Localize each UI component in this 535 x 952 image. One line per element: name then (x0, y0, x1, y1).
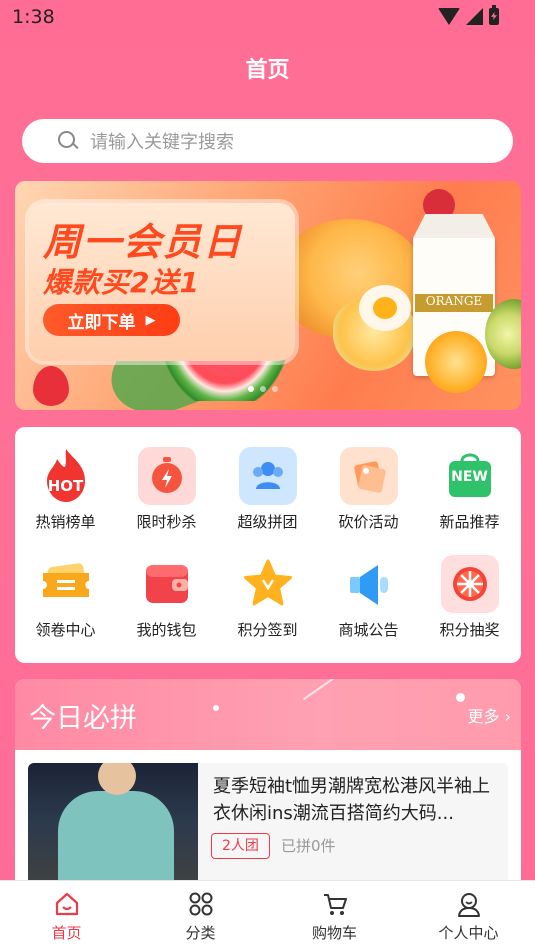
tab-profile[interactable]: 个人中心 (402, 881, 535, 952)
grid-item-checkin[interactable]: 积分签到 (217, 555, 318, 640)
pagination-dot[interactable] (272, 386, 278, 392)
coupon-icon (37, 555, 95, 613)
stopwatch-icon (137, 447, 196, 505)
bottom-tab-bar: 首页 分类 购物车 个人中心 (0, 880, 535, 952)
pagination-dot[interactable] (260, 386, 266, 392)
banner-subline: 爆款买2送1 (43, 266, 200, 299)
section-title: 今日必拼 (29, 703, 137, 734)
status-bar: 1:38 (0, 0, 535, 38)
more-label: 更多 (467, 707, 500, 726)
wallet-icon (138, 555, 196, 613)
tab-label: 个人中心 (438, 924, 499, 942)
decoration-dot (213, 705, 219, 711)
decoration-dot (456, 693, 465, 702)
order-now-label: 立即下单 (67, 312, 136, 333)
tab-category[interactable]: 分类 (134, 881, 267, 952)
category-grid-icon (189, 892, 213, 916)
hot-badge: HOT (47, 477, 84, 495)
grid-label: 新品推荐 (439, 513, 500, 531)
grid-item-new[interactable]: NEW 新品推荐 (419, 447, 520, 532)
page-title: 首页 (245, 58, 290, 83)
grid-label: 积分签到 (237, 621, 298, 639)
grid-item-bargain[interactable]: 砍价活动 (318, 447, 419, 532)
grid-item-wallet[interactable]: 我的钱包 (116, 555, 217, 640)
grid-item-coupon[interactable]: 领卷中心 (15, 555, 116, 640)
new-badge: NEW (451, 469, 488, 485)
group-size-badge: 2人团 (211, 833, 270, 859)
group-icon (238, 447, 297, 505)
status-icons (438, 5, 499, 25)
carton-label: ORANGE (415, 294, 493, 312)
grid-item-hot[interactable]: HOT 热销榜单 (15, 447, 116, 532)
grid-label: 商城公告 (338, 621, 399, 639)
more-link[interactable]: 更多 › (467, 703, 511, 727)
home-icon (55, 892, 79, 916)
grid-label: 积分抽奖 (439, 621, 500, 639)
egg-image (359, 285, 411, 331)
sold-count: 已拼0件 (281, 837, 336, 855)
order-now-button[interactable]: 立即下单 ▶ (43, 304, 180, 336)
decoration-line (302, 679, 368, 720)
orange-image (425, 331, 487, 393)
grid-label: 限时秒杀 (136, 513, 197, 531)
banner-headline: 周一会员日 (43, 220, 244, 264)
user-icon (458, 893, 480, 917)
grid-label: 我的钱包 (136, 621, 197, 639)
signal-icon (466, 8, 483, 25)
chevron-right-icon: › (504, 707, 511, 726)
status-time: 1:38 (12, 6, 55, 28)
grid-label: 领卷中心 (35, 621, 96, 639)
grid-item-lottery[interactable]: 积分抽奖 (419, 555, 520, 640)
grid-item-group-buy[interactable]: 超级拼团 (217, 447, 318, 532)
cart-icon (324, 894, 347, 915)
grid-item-flash-sale[interactable]: 限时秒杀 (116, 447, 217, 532)
grid-label: 超级拼团 (237, 513, 298, 531)
strawberry-image (33, 366, 69, 406)
search-icon (58, 131, 75, 148)
product-title: 夏季短袖t恤男潮牌宽松港风半袖上衣休闲ins潮流百搭简约大码... (213, 776, 491, 824)
hot-flame-icon: HOT (37, 447, 95, 505)
tab-label: 分类 (185, 924, 216, 942)
price-tag-icon (339, 447, 398, 505)
wheel-icon (440, 555, 499, 613)
promo-banner[interactable]: ORANGE 周一会员日 爆款买2送1 立即下单 ▶ (15, 181, 521, 410)
feature-grid: HOT 热销榜单 限时秒杀 超级拼团 砍价活动 NEW 新品推荐 领卷中心 我的… (15, 427, 521, 663)
grid-label: 砍价活动 (338, 513, 399, 531)
group-buy-section: 今日必拼 更多 › 夏季短袖t恤男潮牌宽松港风半袖上衣休闲ins潮流百搭简约大码… (15, 679, 521, 909)
tab-label: 购物车 (311, 924, 357, 942)
megaphone-icon (340, 555, 398, 613)
grid-item-announcement[interactable]: 商城公告 (318, 555, 419, 640)
tab-label: 首页 (51, 924, 82, 942)
battery-icon (489, 5, 499, 25)
section-header: 今日必拼 更多 › (15, 679, 521, 750)
pagination-dot[interactable] (248, 386, 254, 392)
wifi-icon (438, 8, 460, 25)
star-icon (239, 555, 297, 613)
grid-label: 热销榜单 (35, 513, 96, 531)
search-input[interactable] (88, 127, 492, 157)
new-bag-icon: NEW (441, 447, 499, 505)
tab-cart[interactable]: 购物车 (268, 881, 401, 952)
tab-home[interactable]: 首页 (0, 881, 133, 952)
banner-pagination (248, 386, 278, 392)
chevron-right-icon: ▶ (145, 312, 156, 328)
search-bar[interactable] (22, 119, 513, 163)
